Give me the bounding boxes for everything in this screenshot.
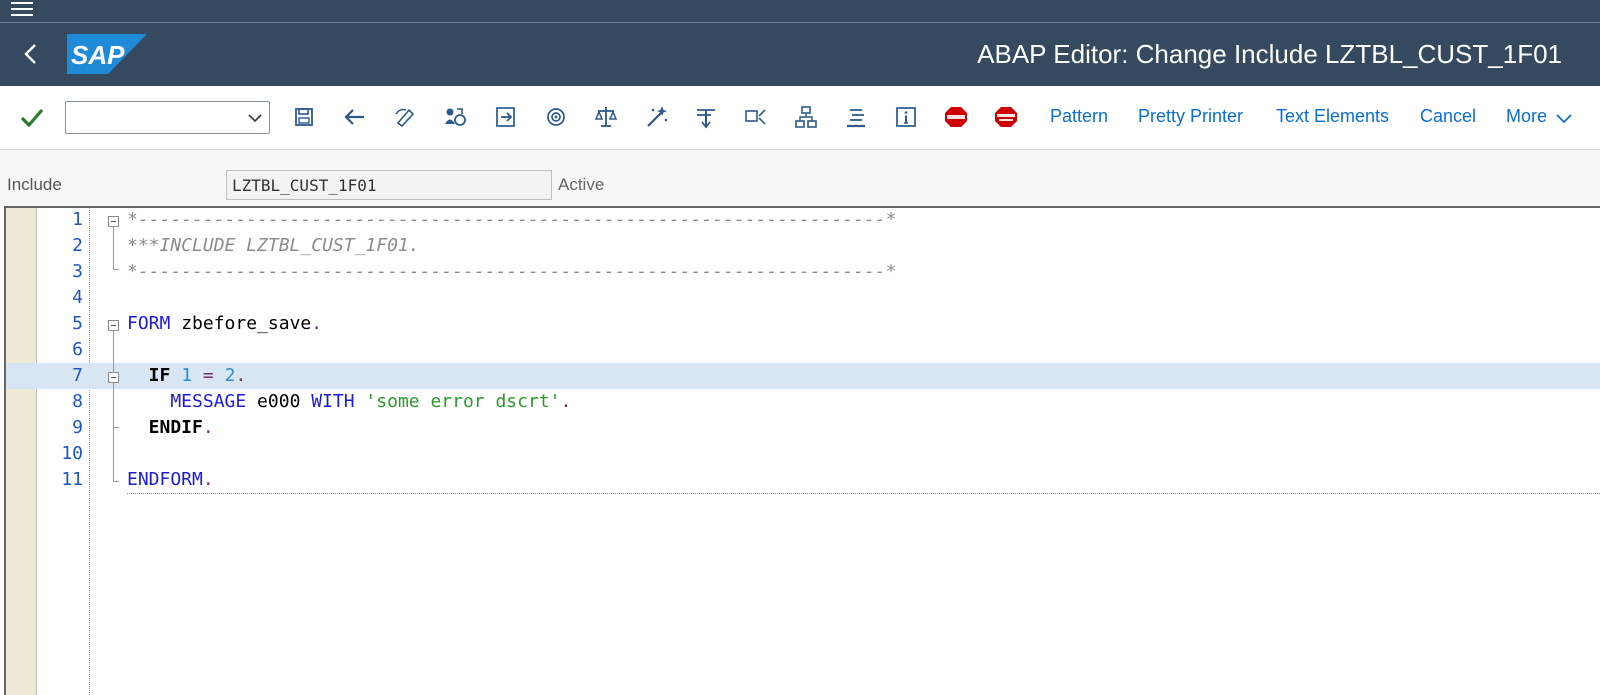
checkmark-icon (20, 108, 44, 128)
shell-header: SAP ABAP Editor: Change Include LZTBL_CU… (0, 23, 1600, 86)
line-number: 10 (61, 443, 83, 464)
text-elements-button[interactable]: Text Elements (1276, 106, 1389, 127)
code-text[interactable]: *---------------------------------------… (127, 259, 896, 285)
code-token: . (235, 365, 247, 386)
code-token: *---------------------------------------… (127, 209, 897, 230)
fold-guide (113, 269, 119, 270)
code-text[interactable]: ENDFORM. (127, 467, 214, 493)
svg-text:SAP: SAP (71, 40, 125, 70)
fold-guide (113, 427, 119, 428)
code-token: 1 (170, 365, 193, 386)
code-token: IF (127, 365, 171, 386)
hierarchy-icon[interactable] (791, 102, 821, 132)
code-token: zbefore_save (170, 313, 312, 334)
sap-logo: SAP (67, 34, 147, 74)
code-line[interactable] (6, 285, 1600, 311)
active-inactive-icon[interactable] (440, 102, 470, 132)
magic-wand-icon[interactable] (641, 102, 671, 132)
line-number: 5 (72, 313, 83, 334)
status-badge: Active (558, 175, 605, 194)
line-number: 8 (72, 391, 83, 412)
code-text[interactable]: ***INCLUDE LZTBL_CUST_1F01. (127, 233, 420, 259)
code-token: ENDFORM (127, 469, 203, 490)
object-list-icon[interactable] (741, 102, 771, 132)
include-header: Include LZTBL_CUST_1F01 Active (0, 150, 1600, 206)
code-editor[interactable]: 1 *--------------------------------------… (4, 206, 1600, 695)
code-text[interactable]: *---------------------------------------… (127, 208, 897, 233)
code-token: . (560, 391, 572, 412)
code-text[interactable]: FORM zbefore_save. (127, 311, 322, 337)
line-number: 7 (72, 365, 83, 386)
chevron-down-icon[interactable] (247, 110, 263, 126)
check-syntax-icon[interactable] (541, 102, 571, 132)
application-toolbar: Pattern Pretty Printer Text Elements Can… (0, 86, 1600, 150)
activate-icon[interactable] (591, 102, 621, 132)
fold-guide (113, 221, 114, 269)
other-object-icon[interactable] (491, 102, 521, 132)
page-title: ABAP Editor: Change Include LZTBL_CUST_1… (977, 39, 1562, 69)
pattern-button[interactable]: Pattern (1050, 106, 1108, 127)
back-button[interactable] (14, 36, 48, 72)
fold-toggle-icon[interactable] (108, 372, 119, 383)
end-of-code-marker (127, 493, 1600, 494)
set-breakpoint-icon[interactable] (941, 102, 971, 132)
code-token: ENDIF (127, 417, 203, 438)
code-line[interactable] (6, 441, 1600, 467)
display-change-icon[interactable] (390, 102, 420, 132)
code-line[interactable] (6, 337, 1600, 363)
include-name-field: LZTBL_CUST_1F01 (226, 170, 552, 200)
chevron-down-icon[interactable] (1555, 113, 1573, 125)
code-text[interactable]: MESSAGE e000 WITH 'some error dscrt'. (127, 389, 571, 415)
line-number: 3 (72, 261, 83, 282)
line-number: 6 (72, 339, 83, 360)
more-button[interactable]: More (1506, 106, 1547, 127)
code-token: = (192, 365, 214, 386)
code-token: . (202, 417, 214, 438)
line-number: 9 (72, 417, 83, 438)
code-token: . (202, 469, 214, 490)
code-text[interactable]: ENDIF. (127, 415, 214, 441)
fold-toggle-icon[interactable] (108, 216, 119, 227)
info-icon[interactable] (891, 102, 921, 132)
line-number: 4 (72, 287, 83, 308)
enhance-icon[interactable] (841, 102, 871, 132)
menu-hamburger-icon[interactable] (9, 0, 35, 20)
where-used-icon[interactable] (691, 102, 721, 132)
line-number: 11 (61, 469, 83, 490)
line-number: 1 (72, 209, 83, 230)
code-line[interactable] (6, 415, 1600, 441)
code-token: ***INCLUDE LZTBL_CUST_1F01. (127, 235, 420, 256)
code-token: . (311, 313, 323, 334)
line-number: 2 (72, 235, 83, 256)
enter-check-button[interactable] (18, 104, 46, 132)
command-field[interactable] (65, 101, 270, 134)
code-token: MESSAGE (127, 391, 247, 412)
code-token: WITH (300, 391, 355, 412)
cancel-button[interactable]: Cancel (1420, 106, 1476, 127)
chevron-left-icon (24, 44, 36, 64)
fold-guide (113, 325, 114, 481)
code-token: e000 (246, 391, 301, 412)
set-session-breakpoint-icon[interactable] (991, 102, 1021, 132)
code-token: FORM (127, 313, 171, 334)
code-token: 2 (213, 365, 236, 386)
code-token: *---------------------------------------… (127, 261, 897, 282)
pretty-printer-button[interactable]: Pretty Printer (1138, 106, 1243, 127)
fold-guide (113, 481, 119, 482)
top-strip (0, 0, 1600, 23)
include-label: Include (7, 175, 62, 194)
save-icon[interactable] (289, 102, 319, 132)
back-arrow-icon[interactable] (340, 102, 370, 132)
code-text[interactable]: IF 1 = 2. (127, 363, 247, 389)
code-line[interactable] (6, 467, 1600, 493)
code-token: 'some error dscrt' (354, 391, 561, 412)
fold-toggle-icon[interactable] (108, 320, 119, 331)
